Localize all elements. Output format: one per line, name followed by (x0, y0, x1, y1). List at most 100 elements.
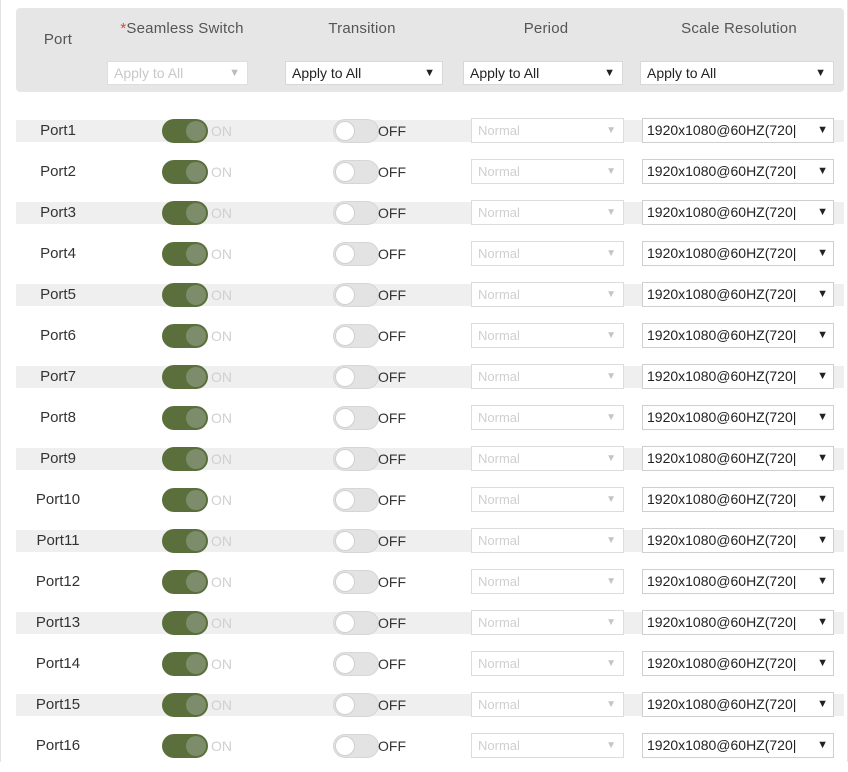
chevron-down-icon: ▼ (606, 617, 616, 628)
port-label: Port7 (40, 368, 76, 385)
seamless-switch-toggle[interactable] (162, 365, 208, 389)
scale-resolution-select[interactable]: 1920x1080@60HZ(720| ▼ (642, 241, 834, 266)
table-row: Port1 ON OFF Normal ▼ 1920x1080@60HZ(720| ▼ (16, 116, 844, 157)
period-select: Normal ▼ (471, 733, 624, 758)
transition-toggle[interactable] (333, 242, 379, 266)
seamless-switch-state: ON (211, 615, 232, 631)
chevron-down-icon: ▼ (815, 488, 828, 511)
seamless-switch-toggle[interactable] (162, 201, 208, 225)
seamless-switch-toggle[interactable] (162, 611, 208, 635)
period-select: Normal ▼ (471, 487, 624, 512)
seamless-switch-state: ON (211, 451, 232, 467)
chevron-down-icon: ▼ (424, 67, 435, 79)
seamless-switch-toggle[interactable] (162, 693, 208, 717)
seamless-switch-toggle[interactable] (162, 488, 208, 512)
transition-toggle[interactable] (333, 693, 379, 717)
scale-resolution-select[interactable]: 1920x1080@60HZ(720| ▼ (642, 487, 834, 512)
port-label: Port1 (40, 122, 76, 139)
scale-resolution-select[interactable]: 1920x1080@60HZ(720| ▼ (642, 364, 834, 389)
transition-apply-all-select[interactable]: Apply to All ▼ (285, 61, 443, 85)
scale-resolution-select[interactable]: 1920x1080@60HZ(720| ▼ (642, 405, 834, 430)
scale-resolution-select[interactable]: 1920x1080@60HZ(720| ▼ (642, 323, 834, 348)
seamless-switch-toggle[interactable] (162, 119, 208, 143)
scale-resolution-select[interactable]: 1920x1080@60HZ(720| ▼ (642, 692, 834, 717)
scale-resolution-select[interactable]: 1920x1080@60HZ(720| ▼ (642, 282, 834, 307)
seamless-switch-toggle[interactable] (162, 570, 208, 594)
chevron-down-icon: ▼ (606, 453, 616, 464)
toggle-knob (335, 244, 355, 264)
port-label: Port12 (35, 573, 81, 590)
toggle-knob (186, 654, 206, 674)
chevron-down-icon: ▼ (815, 119, 828, 142)
chevron-down-icon: ▼ (815, 67, 826, 79)
toggle-knob (335, 285, 355, 305)
scale-resolution-select[interactable]: 1920x1080@60HZ(720| ▼ (642, 446, 834, 471)
chevron-down-icon: ▼ (606, 330, 616, 341)
seamless-switch-toggle[interactable] (162, 283, 208, 307)
scale-resolution-select[interactable]: 1920x1080@60HZ(720| ▼ (642, 610, 834, 635)
table-row: Port3 ON OFF Normal ▼ 1920x1080@60HZ(720| ▼ (16, 198, 844, 239)
seamless-switch-toggle[interactable] (162, 160, 208, 184)
transition-toggle[interactable] (333, 734, 379, 758)
transition-toggle[interactable] (333, 406, 379, 430)
seamless-switch-toggle[interactable] (162, 447, 208, 471)
chevron-down-icon: ▼ (606, 289, 616, 300)
scale-resolution-select[interactable]: 1920x1080@60HZ(720| ▼ (642, 733, 834, 758)
table-row: Port4 ON OFF Normal ▼ 1920x1080@60HZ(720| ▼ (16, 239, 844, 280)
transition-toggle[interactable] (333, 160, 379, 184)
chevron-down-icon: ▼ (606, 535, 616, 546)
header-transition: Transition (328, 20, 396, 37)
scale-resolution-select[interactable]: 1920x1080@60HZ(720| ▼ (642, 200, 834, 225)
scale-resolution-value: 1920x1080@60HZ(720| (647, 491, 797, 507)
scale-resolution-value: 1920x1080@60HZ(720| (647, 122, 797, 138)
port-label: Port11 (36, 532, 80, 549)
period-apply-all-select[interactable]: Apply to All ▼ (463, 61, 623, 85)
transition-state: OFF (378, 246, 406, 262)
chevron-down-icon: ▼ (815, 693, 828, 716)
chevron-down-icon: ▼ (815, 406, 828, 429)
transition-toggle[interactable] (333, 529, 379, 553)
scale-resolution-value: 1920x1080@60HZ(720| (647, 655, 797, 671)
transition-toggle[interactable] (333, 365, 379, 389)
seamless-switch-toggle[interactable] (162, 529, 208, 553)
transition-toggle[interactable] (333, 570, 379, 594)
transition-state: OFF (378, 615, 406, 631)
transition-toggle[interactable] (333, 283, 379, 307)
scale-resolution-select[interactable]: 1920x1080@60HZ(720| ▼ (642, 569, 834, 594)
transition-state: OFF (378, 369, 406, 385)
toggle-knob (186, 695, 206, 715)
chevron-down-icon: ▼ (815, 652, 828, 675)
seamless-switch-toggle[interactable] (162, 652, 208, 676)
toggle-knob (335, 572, 355, 592)
port-label: Port13 (35, 614, 81, 631)
scale-resolution-select[interactable]: 1920x1080@60HZ(720| ▼ (642, 528, 834, 553)
port-label: Port2 (40, 163, 76, 180)
scale-resolution-select[interactable]: 1920x1080@60HZ(720| ▼ (642, 118, 834, 143)
transition-toggle[interactable] (333, 201, 379, 225)
period-select: Normal ▼ (471, 159, 624, 184)
toggle-knob (186, 490, 206, 510)
seamless-switch-toggle[interactable] (162, 324, 208, 348)
scale-apply-all-select[interactable]: Apply to All ▼ (640, 61, 834, 85)
transition-toggle[interactable] (333, 324, 379, 348)
seamless-switch-toggle[interactable] (162, 406, 208, 430)
transition-toggle[interactable] (333, 447, 379, 471)
period-select: Normal ▼ (471, 528, 624, 553)
transition-toggle[interactable] (333, 611, 379, 635)
transition-state: OFF (378, 574, 406, 590)
transition-toggle[interactable] (333, 119, 379, 143)
scale-resolution-select[interactable]: 1920x1080@60HZ(720| ▼ (642, 159, 834, 184)
scale-resolution-select[interactable]: 1920x1080@60HZ(720| ▼ (642, 651, 834, 676)
chevron-down-icon: ▼ (606, 740, 616, 751)
toggle-knob (335, 408, 355, 428)
chevron-down-icon: ▼ (229, 67, 240, 79)
period-value: Normal (478, 533, 520, 548)
chevron-down-icon: ▼ (606, 699, 616, 710)
chevron-down-icon: ▼ (606, 207, 616, 218)
port-label: Port8 (40, 409, 76, 426)
transition-toggle[interactable] (333, 488, 379, 512)
seamless-switch-toggle[interactable] (162, 734, 208, 758)
transition-toggle[interactable] (333, 652, 379, 676)
seamless-switch-toggle[interactable] (162, 242, 208, 266)
toggle-knob (186, 572, 206, 592)
